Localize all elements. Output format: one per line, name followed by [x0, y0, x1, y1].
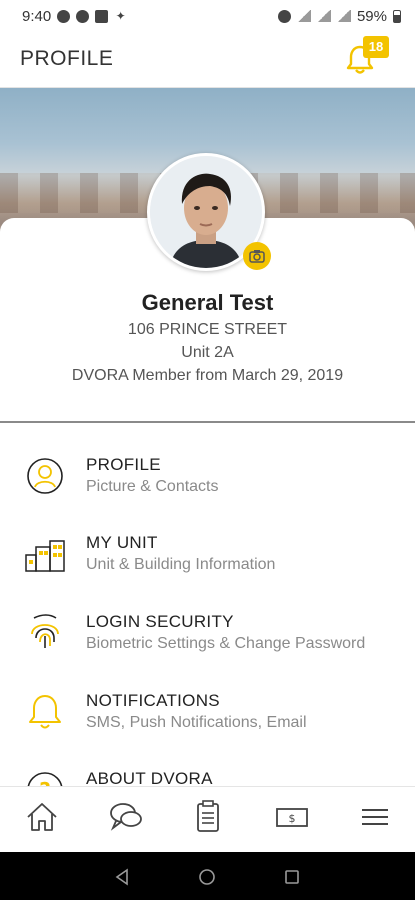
status-bar: 9:40 ✦ 59% [0, 0, 415, 32]
recents-icon[interactable] [283, 868, 301, 886]
question-icon: ? [27, 772, 63, 786]
clipboard-icon[interactable] [188, 797, 228, 837]
battery-percent: 59% [356, 7, 387, 25]
menu-item-title: NOTIFICATIONS [86, 691, 220, 710]
svg-text:?: ? [39, 778, 51, 786]
signal-icon [316, 10, 331, 22]
system-nav-bar [0, 852, 415, 900]
profile-name: General Test [141, 290, 274, 315]
money-icon[interactable]: $ [272, 797, 312, 837]
camera-icon [249, 250, 265, 263]
app-header: PROFILE 18 [0, 32, 415, 88]
facebook-icon [76, 9, 90, 23]
menu-item-notifications[interactable]: NOTIFICATIONS SMS, Push Notifications, E… [0, 679, 415, 757]
status-time: 9:40 [22, 7, 52, 25]
page-title: PROFILE [20, 47, 114, 70]
change-photo-button[interactable] [243, 242, 271, 270]
menu-item-login-security[interactable]: LOGIN SECURITY Biometric Settings & Chan… [0, 600, 415, 678]
menu-item-my-unit[interactable]: MY UNIT Unit & Building Information [0, 521, 415, 599]
bell-icon [29, 695, 61, 729]
buildings-icon [25, 540, 65, 572]
profile-unit: Unit 2A [181, 344, 234, 361]
notification-badge: 18 [363, 36, 389, 58]
home-icon[interactable] [22, 797, 62, 837]
profile-address: 106 PRINCE STREET [127, 321, 288, 338]
menu-item-subtitle: SMS, Push Notifications, Email [86, 714, 307, 731]
twitter-icon: ✦ [115, 8, 126, 23]
slack-icon [95, 9, 109, 23]
facebook-icon [57, 9, 71, 23]
battery-icon [393, 9, 401, 23]
do-not-disturb-icon [277, 9, 291, 23]
user-circle-icon [27, 458, 63, 494]
fingerprint-icon [31, 614, 59, 648]
menu-item-about[interactable]: ? ABOUT DVORA [0, 757, 415, 786]
menu-item-title: ABOUT DVORA [86, 769, 213, 786]
member-since: DVORA Member from March 29, 2019 [71, 367, 344, 384]
menu-item-subtitle: Picture & Contacts [86, 478, 219, 495]
menu-item-title: MY UNIT [86, 533, 158, 552]
back-icon[interactable] [113, 868, 131, 886]
chat-icon[interactable] [106, 797, 146, 837]
svg-text:$: $ [289, 812, 296, 825]
menu-icon[interactable] [355, 797, 395, 837]
wifi-icon [296, 10, 311, 22]
menu-item-subtitle: Unit & Building Information [86, 556, 276, 573]
bottom-tab-bar: $ [0, 786, 415, 852]
notifications-button[interactable]: 18 [345, 36, 389, 80]
signal-icon [336, 10, 351, 22]
menu-item-title: PROFILE [86, 455, 161, 474]
menu-item-subtitle: Biometric Settings & Change Password [86, 635, 366, 652]
home-nav-icon[interactable] [198, 868, 216, 886]
menu-item-title: LOGIN SECURITY [86, 612, 234, 631]
menu-item-profile[interactable]: PROFILE Picture & Contacts [0, 443, 415, 521]
